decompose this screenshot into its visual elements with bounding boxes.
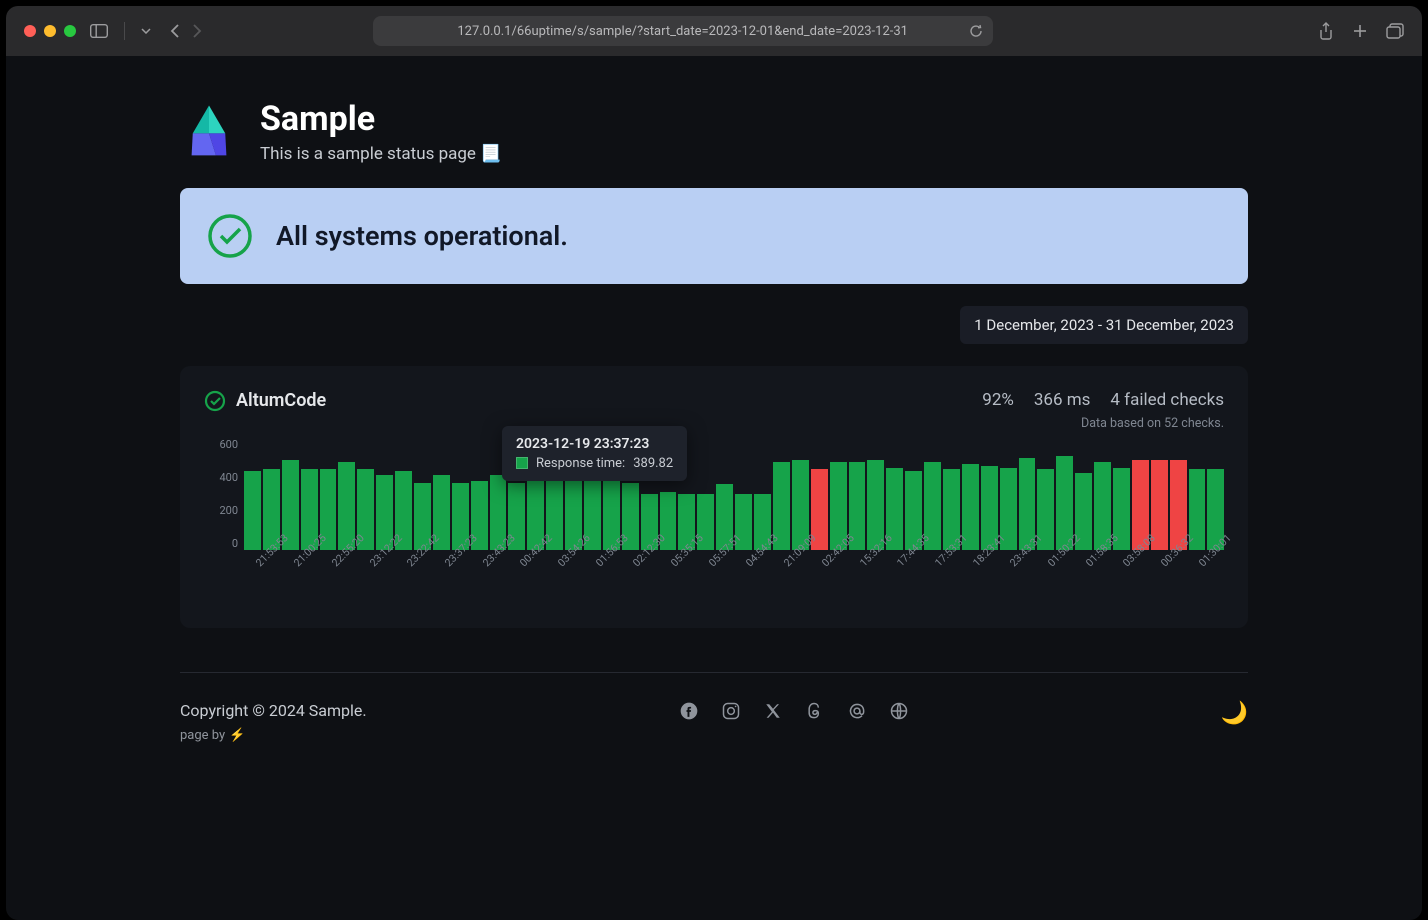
close-window-button[interactable] (24, 25, 36, 37)
address-bar-text: 127.0.0.1/66uptime/s/sample/?start_date=… (457, 24, 908, 39)
back-button-icon[interactable] (169, 23, 181, 39)
chart-y-tick: 400 (219, 471, 238, 484)
chart-y-axis: 600 400 200 0 (204, 438, 238, 550)
chart-bar[interactable] (244, 471, 261, 549)
chrome-separator (124, 22, 125, 40)
window-controls (24, 25, 76, 37)
check-circle-icon (204, 390, 226, 412)
dark-mode-toggle-icon[interactable]: 🌙 (1221, 701, 1248, 726)
sidebar-toggle-icon[interactable] (90, 24, 108, 38)
tab-groups-dropdown-icon[interactable] (141, 28, 151, 34)
copyright-text: Copyright © 2024 Sample. (180, 701, 367, 720)
byline-prefix: page by (180, 728, 225, 743)
instagram-icon[interactable] (721, 701, 741, 721)
page-body: Sample This is a sample status page 📃 Al… (6, 56, 1422, 920)
forward-button-icon (191, 23, 203, 39)
chart-y-tick: 600 (219, 438, 238, 451)
minimize-window-button[interactable] (44, 25, 56, 37)
threads-icon[interactable] (805, 701, 825, 721)
reload-icon[interactable] (969, 24, 983, 38)
page-subtitle: This is a sample status page 📃 (260, 144, 501, 164)
page-header: Sample This is a sample status page 📃 (180, 102, 1248, 164)
monitor-subnote: Data based on 52 checks. (982, 416, 1224, 431)
avg-latency: 366 ms (1034, 390, 1091, 410)
date-range-picker[interactable]: 1 December, 2023 - 31 December, 2023 (960, 306, 1248, 344)
brand-logo (180, 102, 238, 160)
failed-checks: 4 failed checks (1110, 390, 1224, 410)
monitor-metrics: 92% 366 ms 4 failed checks (982, 390, 1224, 410)
monitor-name[interactable]: AltumCode (236, 390, 326, 411)
new-tab-icon[interactable] (1352, 22, 1368, 40)
status-banner: All systems operational. (180, 188, 1248, 284)
address-bar[interactable]: 127.0.0.1/66uptime/s/sample/?start_date=… (373, 16, 993, 46)
uptime-percent: 92% (982, 390, 1014, 410)
check-circle-icon (206, 212, 254, 260)
monitor-card: AltumCode 92% 366 ms 4 failed checks Dat… (180, 366, 1248, 628)
globe-icon[interactable] (889, 701, 909, 721)
chart-x-axis: 21:53:5321:00:2522:55:2023:12:2223:22:42… (244, 556, 1224, 608)
footer-divider (180, 672, 1248, 673)
maximize-window-button[interactable] (64, 25, 76, 37)
date-range-label: 1 December, 2023 - 31 December, 2023 (974, 316, 1234, 334)
page-title: Sample (260, 102, 501, 138)
tab-overview-icon[interactable] (1386, 22, 1404, 40)
share-icon[interactable] (1318, 22, 1334, 40)
facebook-icon[interactable] (679, 701, 699, 721)
x-twitter-icon[interactable] (763, 701, 783, 721)
status-banner-message: All systems operational. (276, 220, 568, 252)
page-footer: Copyright © 2024 Sample. page by ⚡ (180, 701, 1248, 743)
browser-chrome: 127.0.0.1/66uptime/s/sample/?start_date=… (6, 6, 1422, 56)
chart-y-tick: 0 (232, 537, 238, 550)
chart-y-tick: 200 (219, 504, 238, 517)
bolt-icon[interactable]: ⚡ (229, 728, 245, 743)
response-time-chart[interactable]: 600 400 200 0 21:53:5321:00:2522:55:2023:12… (204, 438, 1224, 610)
at-sign-icon[interactable] (847, 701, 867, 721)
